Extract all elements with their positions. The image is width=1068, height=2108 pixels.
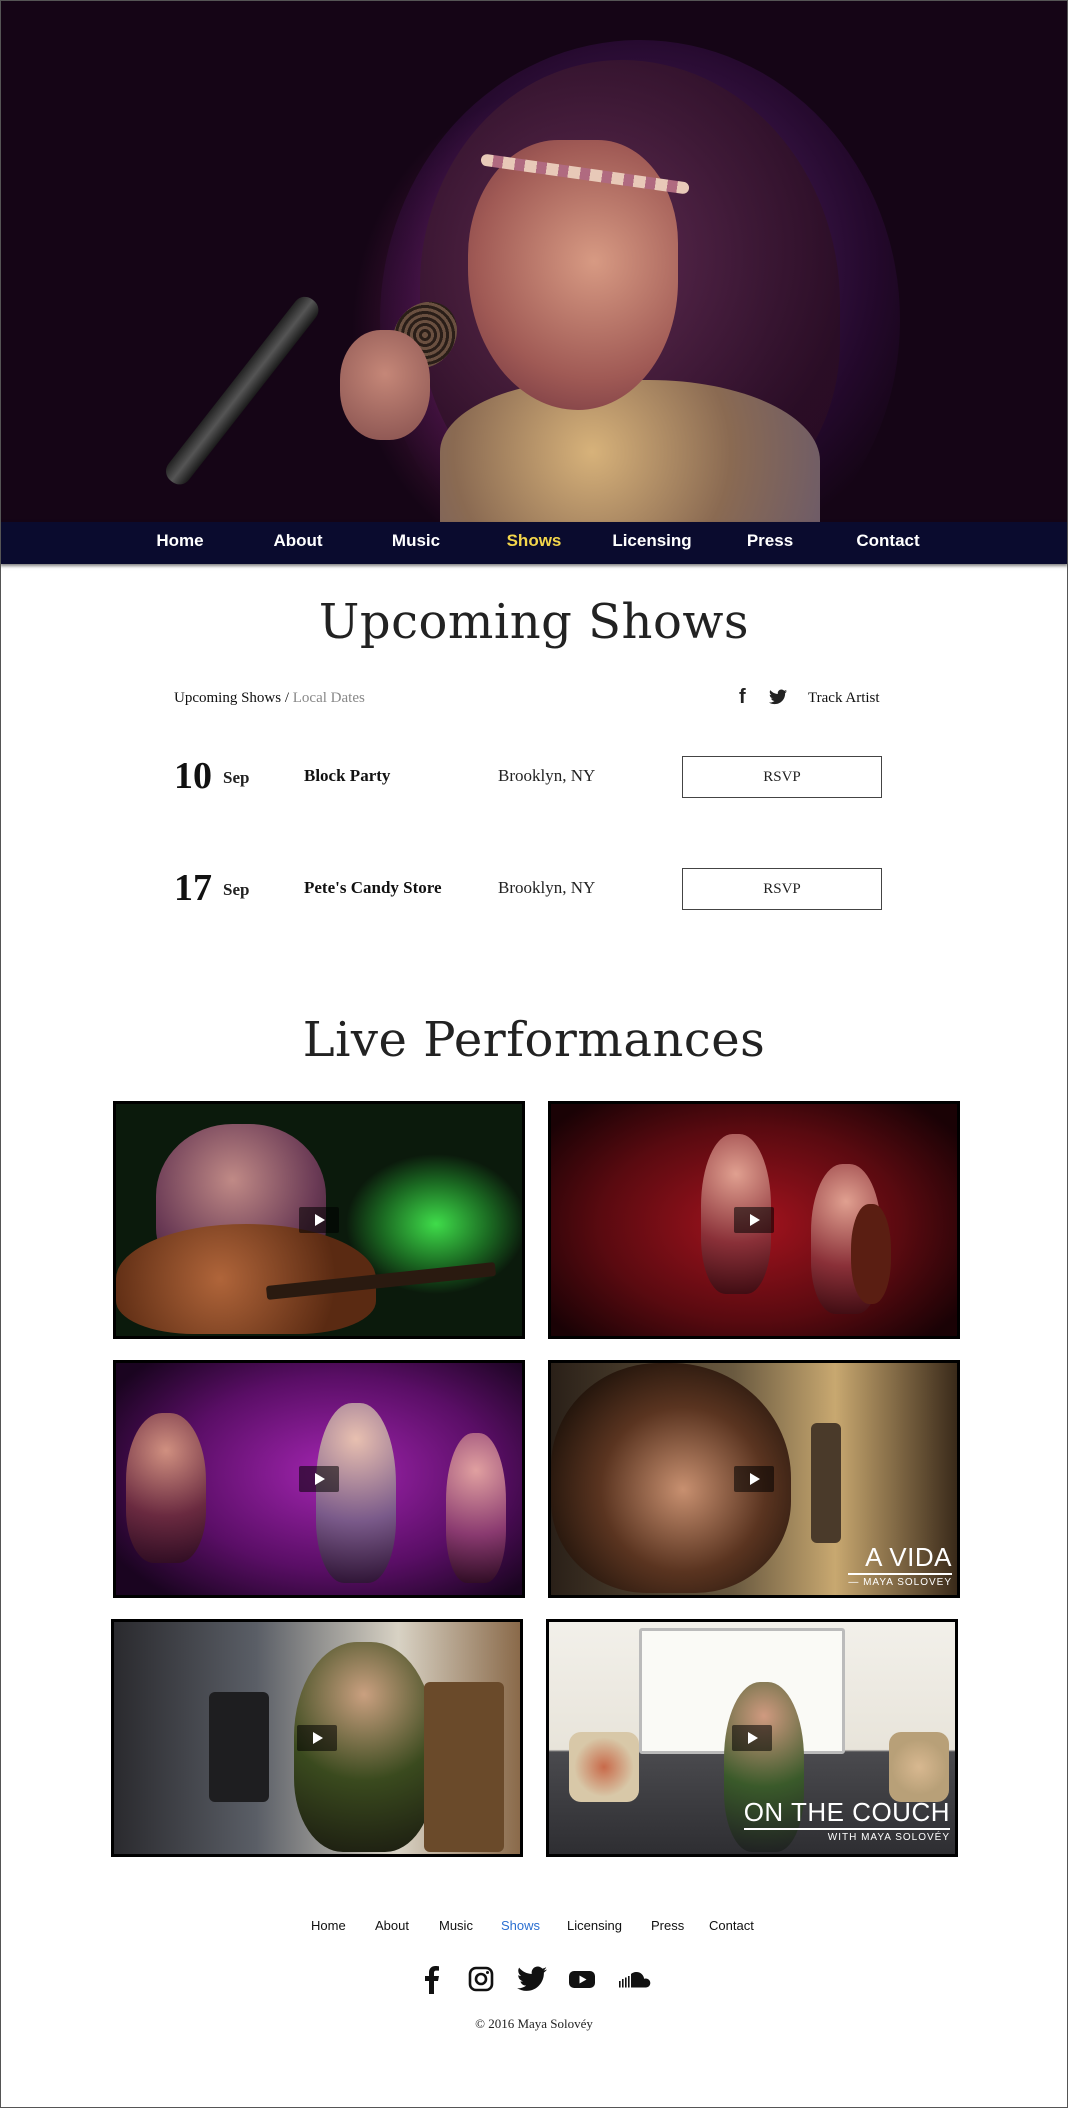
breadcrumb-current: Local Dates xyxy=(292,690,365,706)
hero-microphone xyxy=(161,291,324,490)
track-artist-link[interactable]: Track Artist xyxy=(808,690,880,707)
upcoming-shows-title: Upcoming Shows xyxy=(318,594,750,650)
play-icon[interactable] xyxy=(299,1466,339,1492)
video-overlay-subtitle: — MAYA SOLOVEY xyxy=(848,1573,952,1588)
nav-music[interactable]: Music xyxy=(376,522,456,564)
footer-nav-press[interactable]: Press xyxy=(651,1918,684,1933)
show-venue: Pete's Candy Store xyxy=(304,878,442,897)
video-thumbnail[interactable]: A VIDA — MAYA SOLOVEY xyxy=(548,1360,960,1598)
show-location: Brooklyn, NY xyxy=(498,766,596,785)
video-thumbnail[interactable]: ON THE COUCH WITH MAYA SOLOVÉY xyxy=(546,1619,958,1857)
facebook-icon[interactable]: f xyxy=(739,686,746,709)
nav-press[interactable]: Press xyxy=(730,522,810,564)
hero-hand xyxy=(340,330,430,440)
hero-dress xyxy=(440,380,820,522)
footer-nav-about[interactable]: About xyxy=(375,1918,409,1933)
hero-image xyxy=(0,0,1068,522)
nav-contact[interactable]: Contact xyxy=(848,522,928,564)
twitter-icon[interactable] xyxy=(769,689,787,705)
breadcrumb: Upcoming Shows / Local Dates xyxy=(174,690,365,707)
video-thumbnail[interactable] xyxy=(113,1101,525,1339)
play-icon[interactable] xyxy=(299,1207,339,1233)
twitter-icon[interactable] xyxy=(517,1964,547,1994)
copyright: © 2016 Maya Solovéy xyxy=(475,2016,593,2031)
video-overlay-title-text: A VIDA xyxy=(865,1542,952,1572)
facebook-icon[interactable] xyxy=(417,1964,447,1994)
breadcrumb-separator: / xyxy=(281,690,293,706)
show-day: 10 xyxy=(174,755,212,797)
soundcloud-icon[interactable] xyxy=(617,1964,651,1994)
footer-nav-contact[interactable]: Contact xyxy=(709,1918,754,1933)
show-venue: Block Party xyxy=(304,766,391,785)
video-overlay-title-text: ON THE COUCH xyxy=(743,1797,950,1827)
rsvp-button[interactable]: RSVP xyxy=(682,756,882,798)
footer-nav-licensing[interactable]: Licensing xyxy=(567,1918,622,1933)
video-thumbnail[interactable] xyxy=(111,1619,523,1857)
show-day: 17 xyxy=(174,867,212,909)
play-icon[interactable] xyxy=(297,1725,337,1751)
show-month: Sep xyxy=(223,880,250,899)
nav-shows[interactable]: Shows xyxy=(494,522,574,564)
footer-nav-music[interactable]: Music xyxy=(439,1918,473,1933)
video-thumbnail[interactable] xyxy=(548,1101,960,1339)
show-month: Sep xyxy=(223,768,250,787)
play-icon[interactable] xyxy=(734,1207,774,1233)
main-nav: Home About Music Shows Licensing Press C… xyxy=(0,522,1068,564)
show-row: 10 Sep Block Party Brooklyn, NY RSVP xyxy=(174,754,882,798)
show-location: Brooklyn, NY xyxy=(498,878,596,897)
footer-nav-shows[interactable]: Shows xyxy=(501,1918,540,1933)
footer-nav-home[interactable]: Home xyxy=(311,1918,346,1933)
nav-home[interactable]: Home xyxy=(140,522,220,564)
show-row: 17 Sep Pete's Candy Store Brooklyn, NY R… xyxy=(174,866,882,910)
rsvp-button[interactable]: RSVP xyxy=(682,868,882,910)
play-icon[interactable] xyxy=(732,1725,772,1751)
video-overlay-title: A VIDA — MAYA SOLOVEY xyxy=(848,1543,952,1588)
instagram-icon[interactable] xyxy=(466,1964,496,1994)
nav-about[interactable]: About xyxy=(258,522,338,564)
play-icon[interactable] xyxy=(734,1466,774,1492)
youtube-icon[interactable] xyxy=(567,1964,597,1994)
video-overlay-title: ON THE COUCH WITH MAYA SOLOVÉY xyxy=(743,1797,950,1843)
video-overlay-subtitle: WITH MAYA SOLOVÉY xyxy=(743,1828,950,1843)
live-performances-title: Live Performances xyxy=(302,1012,766,1068)
nav-licensing[interactable]: Licensing xyxy=(602,522,702,564)
video-thumbnail[interactable] xyxy=(113,1360,525,1598)
breadcrumb-root[interactable]: Upcoming Shows xyxy=(174,690,281,706)
